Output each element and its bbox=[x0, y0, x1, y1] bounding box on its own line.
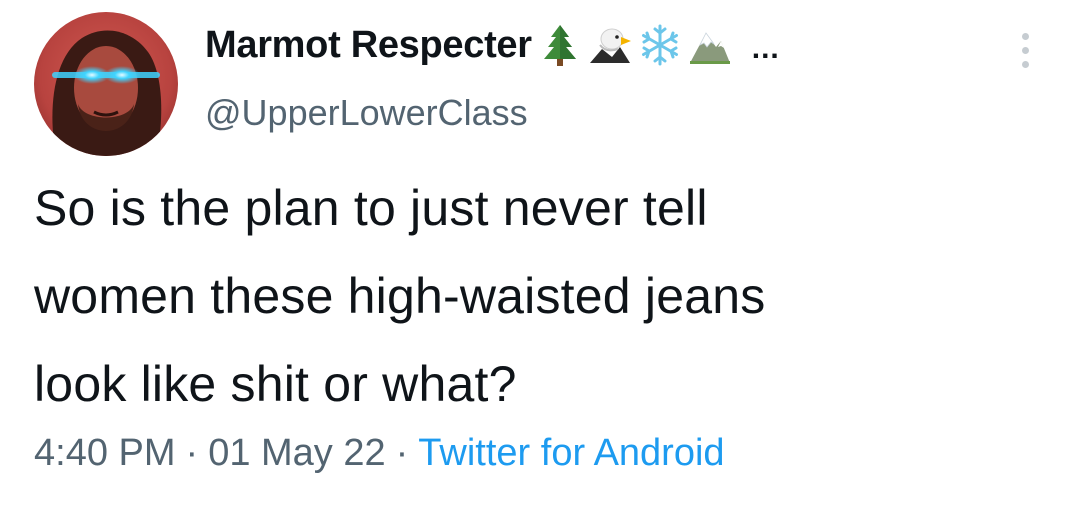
name-overflow-ellipsis: ... bbox=[751, 32, 780, 65]
meta-separator: · bbox=[185, 432, 199, 474]
more-dot bbox=[1021, 46, 1029, 54]
tweet-time[interactable]: 4:40 PM bbox=[34, 432, 176, 474]
tweet-date[interactable]: 01 May 22 bbox=[208, 432, 385, 474]
snow-capped-mountain-icon bbox=[688, 23, 732, 67]
evergreen-tree-icon bbox=[538, 23, 582, 67]
more-dot bbox=[1021, 60, 1029, 68]
tweet-source-link[interactable]: Twitter for Android bbox=[418, 432, 724, 474]
more-dot bbox=[1021, 32, 1029, 40]
tweet-text: So is the plan to just never tell women … bbox=[34, 164, 1044, 428]
tweet-text-line: So is the plan to just never tell bbox=[34, 180, 708, 236]
tweet-meta: 4:40 PM · 01 May 22 · Twitter for Android bbox=[34, 432, 725, 475]
display-name-row: Marmot Respecter ... bbox=[205, 14, 780, 76]
display-name[interactable]: Marmot Respecter bbox=[205, 24, 532, 67]
tweet-card: Marmot Respecter ... @UpperLowerClass So… bbox=[0, 0, 1080, 513]
eagle-icon bbox=[588, 23, 632, 67]
more-vertical-icon[interactable] bbox=[1005, 22, 1045, 78]
meta-separator: · bbox=[395, 432, 409, 474]
tweet-text-line: women these high-waisted jeans bbox=[34, 268, 766, 324]
avatar[interactable] bbox=[34, 12, 178, 156]
tweet-text-line: look like shit or what? bbox=[34, 356, 517, 412]
snowflake-icon bbox=[638, 23, 682, 67]
user-handle[interactable]: @UpperLowerClass bbox=[205, 92, 528, 134]
